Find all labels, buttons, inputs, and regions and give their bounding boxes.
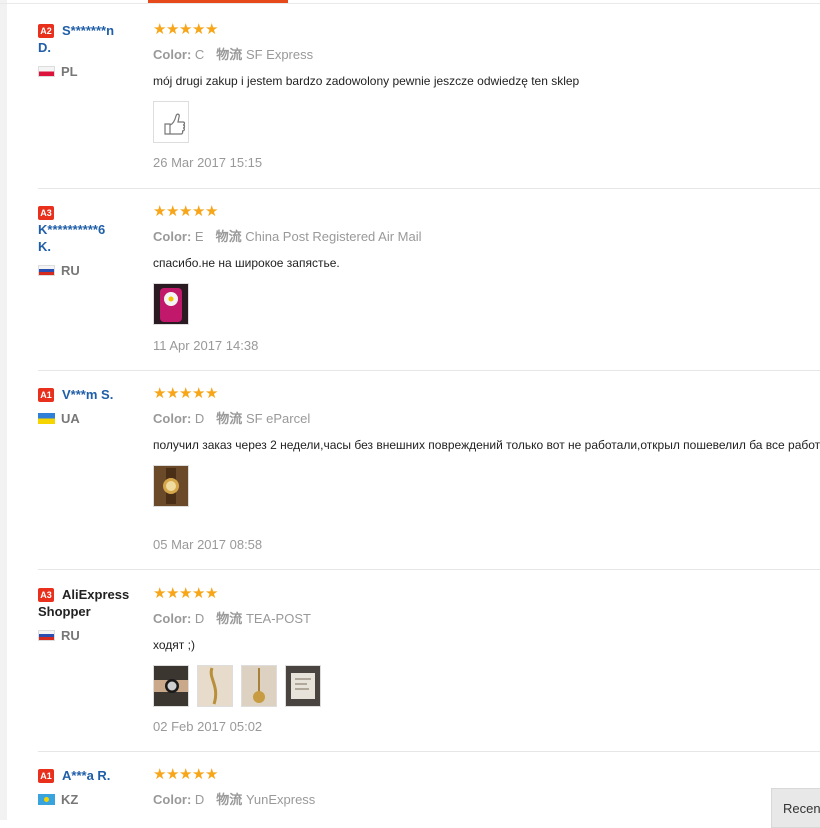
review-content: ★★★★★ Color: C 物流 SF Express mój drugi za… bbox=[153, 21, 820, 170]
flag-ua-icon bbox=[38, 413, 55, 424]
reviewer-country: KZ bbox=[38, 792, 148, 810]
review-text: получил заказ через 2 недели,часы без вн… bbox=[153, 438, 820, 452]
flag-ru-icon bbox=[38, 265, 55, 276]
review-photo-thumbnail[interactable] bbox=[285, 665, 321, 707]
review-content: ★★★★★ Color: D 物流 YunExpress bbox=[153, 767, 820, 808]
reviewer-name[interactable]: A3 AliExpress Shopper bbox=[38, 586, 148, 620]
flag-ru-icon bbox=[38, 630, 55, 641]
review-text: ходят ;) bbox=[153, 638, 195, 652]
review-date: 05 Mar 2017 08:58 bbox=[153, 537, 263, 552]
wrist-watch-icon bbox=[154, 679, 188, 693]
thumbs-up-icon bbox=[164, 113, 186, 135]
chain-icon bbox=[209, 667, 218, 705]
tab-divider bbox=[0, 3, 820, 4]
reviewer-info: A3 K**********6 K. RU bbox=[38, 204, 148, 281]
reviewer-info: A3 AliExpress Shopper RU bbox=[38, 586, 148, 646]
star-rating: ★★★★★ bbox=[153, 203, 218, 220]
review-photo-thumbnail[interactable] bbox=[153, 101, 189, 143]
reviewer-country: UA bbox=[38, 411, 148, 429]
review-photo-thumbnail[interactable] bbox=[241, 665, 277, 707]
review-photos bbox=[153, 665, 820, 707]
package-icon bbox=[291, 673, 315, 699]
left-edge bbox=[0, 0, 7, 820]
order-info: Color: D 物流 SF eParcel bbox=[153, 411, 311, 426]
review-photo-thumbnail[interactable] bbox=[197, 665, 233, 707]
reviewer-country: RU bbox=[38, 628, 148, 646]
order-info: Color: D 物流 YunExpress bbox=[153, 792, 316, 807]
review-divider bbox=[38, 751, 820, 752]
buyer-level-badge: A3 bbox=[38, 206, 54, 220]
review-content: ★★★★★ Color: E 物流 China Post Registered A… bbox=[153, 203, 820, 353]
reviewer-info: A1 A***a R. KZ bbox=[38, 767, 148, 810]
reviewer-name[interactable]: A1 A***a R. bbox=[38, 767, 148, 784]
flower-icon bbox=[160, 288, 182, 322]
star-rating: ★★★★★ bbox=[153, 585, 218, 602]
reviewer-name[interactable]: A1 V***m S. bbox=[38, 386, 148, 403]
flag-kz-icon bbox=[38, 794, 55, 805]
review-photos bbox=[153, 283, 820, 325]
reviewer-country: RU bbox=[38, 263, 148, 281]
buyer-level-badge: A2 bbox=[38, 24, 54, 38]
review-divider bbox=[38, 370, 820, 371]
order-info: Color: C 物流 SF Express bbox=[153, 47, 314, 62]
review-text: спасибо.не на широкое запястье. bbox=[153, 256, 340, 270]
review-date: 11 Apr 2017 14:38 bbox=[153, 338, 259, 353]
reviewer-name[interactable]: A3 K**********6 K. bbox=[38, 204, 148, 255]
pendant-icon bbox=[253, 668, 265, 703]
review-photo-thumbnail[interactable] bbox=[153, 283, 189, 325]
review-divider bbox=[38, 569, 820, 570]
reviewer-country: PL bbox=[38, 64, 148, 82]
star-rating: ★★★★★ bbox=[153, 21, 218, 38]
reviewer-info: A1 V***m S. UA bbox=[38, 386, 148, 429]
review-content: ★★★★★ Color: D 物流 SF eParcel получил зака… bbox=[153, 385, 820, 552]
review-photos bbox=[153, 465, 820, 507]
flag-pl-icon bbox=[38, 66, 55, 77]
reviewer-info: A2 S*******n D. PL bbox=[38, 22, 148, 82]
buyer-level-badge: A1 bbox=[38, 388, 54, 402]
review-photos bbox=[153, 101, 820, 143]
buyer-level-badge: A1 bbox=[38, 769, 54, 783]
review-photo-thumbnail[interactable] bbox=[153, 465, 189, 507]
review-photo-thumbnail[interactable] bbox=[153, 665, 189, 707]
review-date: 26 Mar 2017 15:15 bbox=[153, 155, 263, 170]
star-rating: ★★★★★ bbox=[153, 766, 218, 783]
star-rating: ★★★★★ bbox=[153, 385, 218, 402]
reviewer-name[interactable]: A2 S*******n D. bbox=[38, 22, 148, 56]
order-info: Color: E 物流 China Post Registered Air Mai… bbox=[153, 229, 422, 244]
buyer-level-badge: A3 bbox=[38, 588, 54, 602]
review-content: ★★★★★ Color: D 物流 TEA-POST ходят ;) 02 F… bbox=[153, 585, 820, 734]
review-text: mój drugi zakup i jestem bardzo zadowolo… bbox=[153, 74, 580, 88]
order-info: Color: D 物流 TEA-POST bbox=[153, 611, 311, 626]
recent-button[interactable]: Recent bbox=[771, 788, 820, 828]
review-divider bbox=[38, 188, 820, 189]
watch-icon bbox=[163, 468, 179, 504]
review-date: 02 Feb 2017 05:02 bbox=[153, 719, 263, 734]
